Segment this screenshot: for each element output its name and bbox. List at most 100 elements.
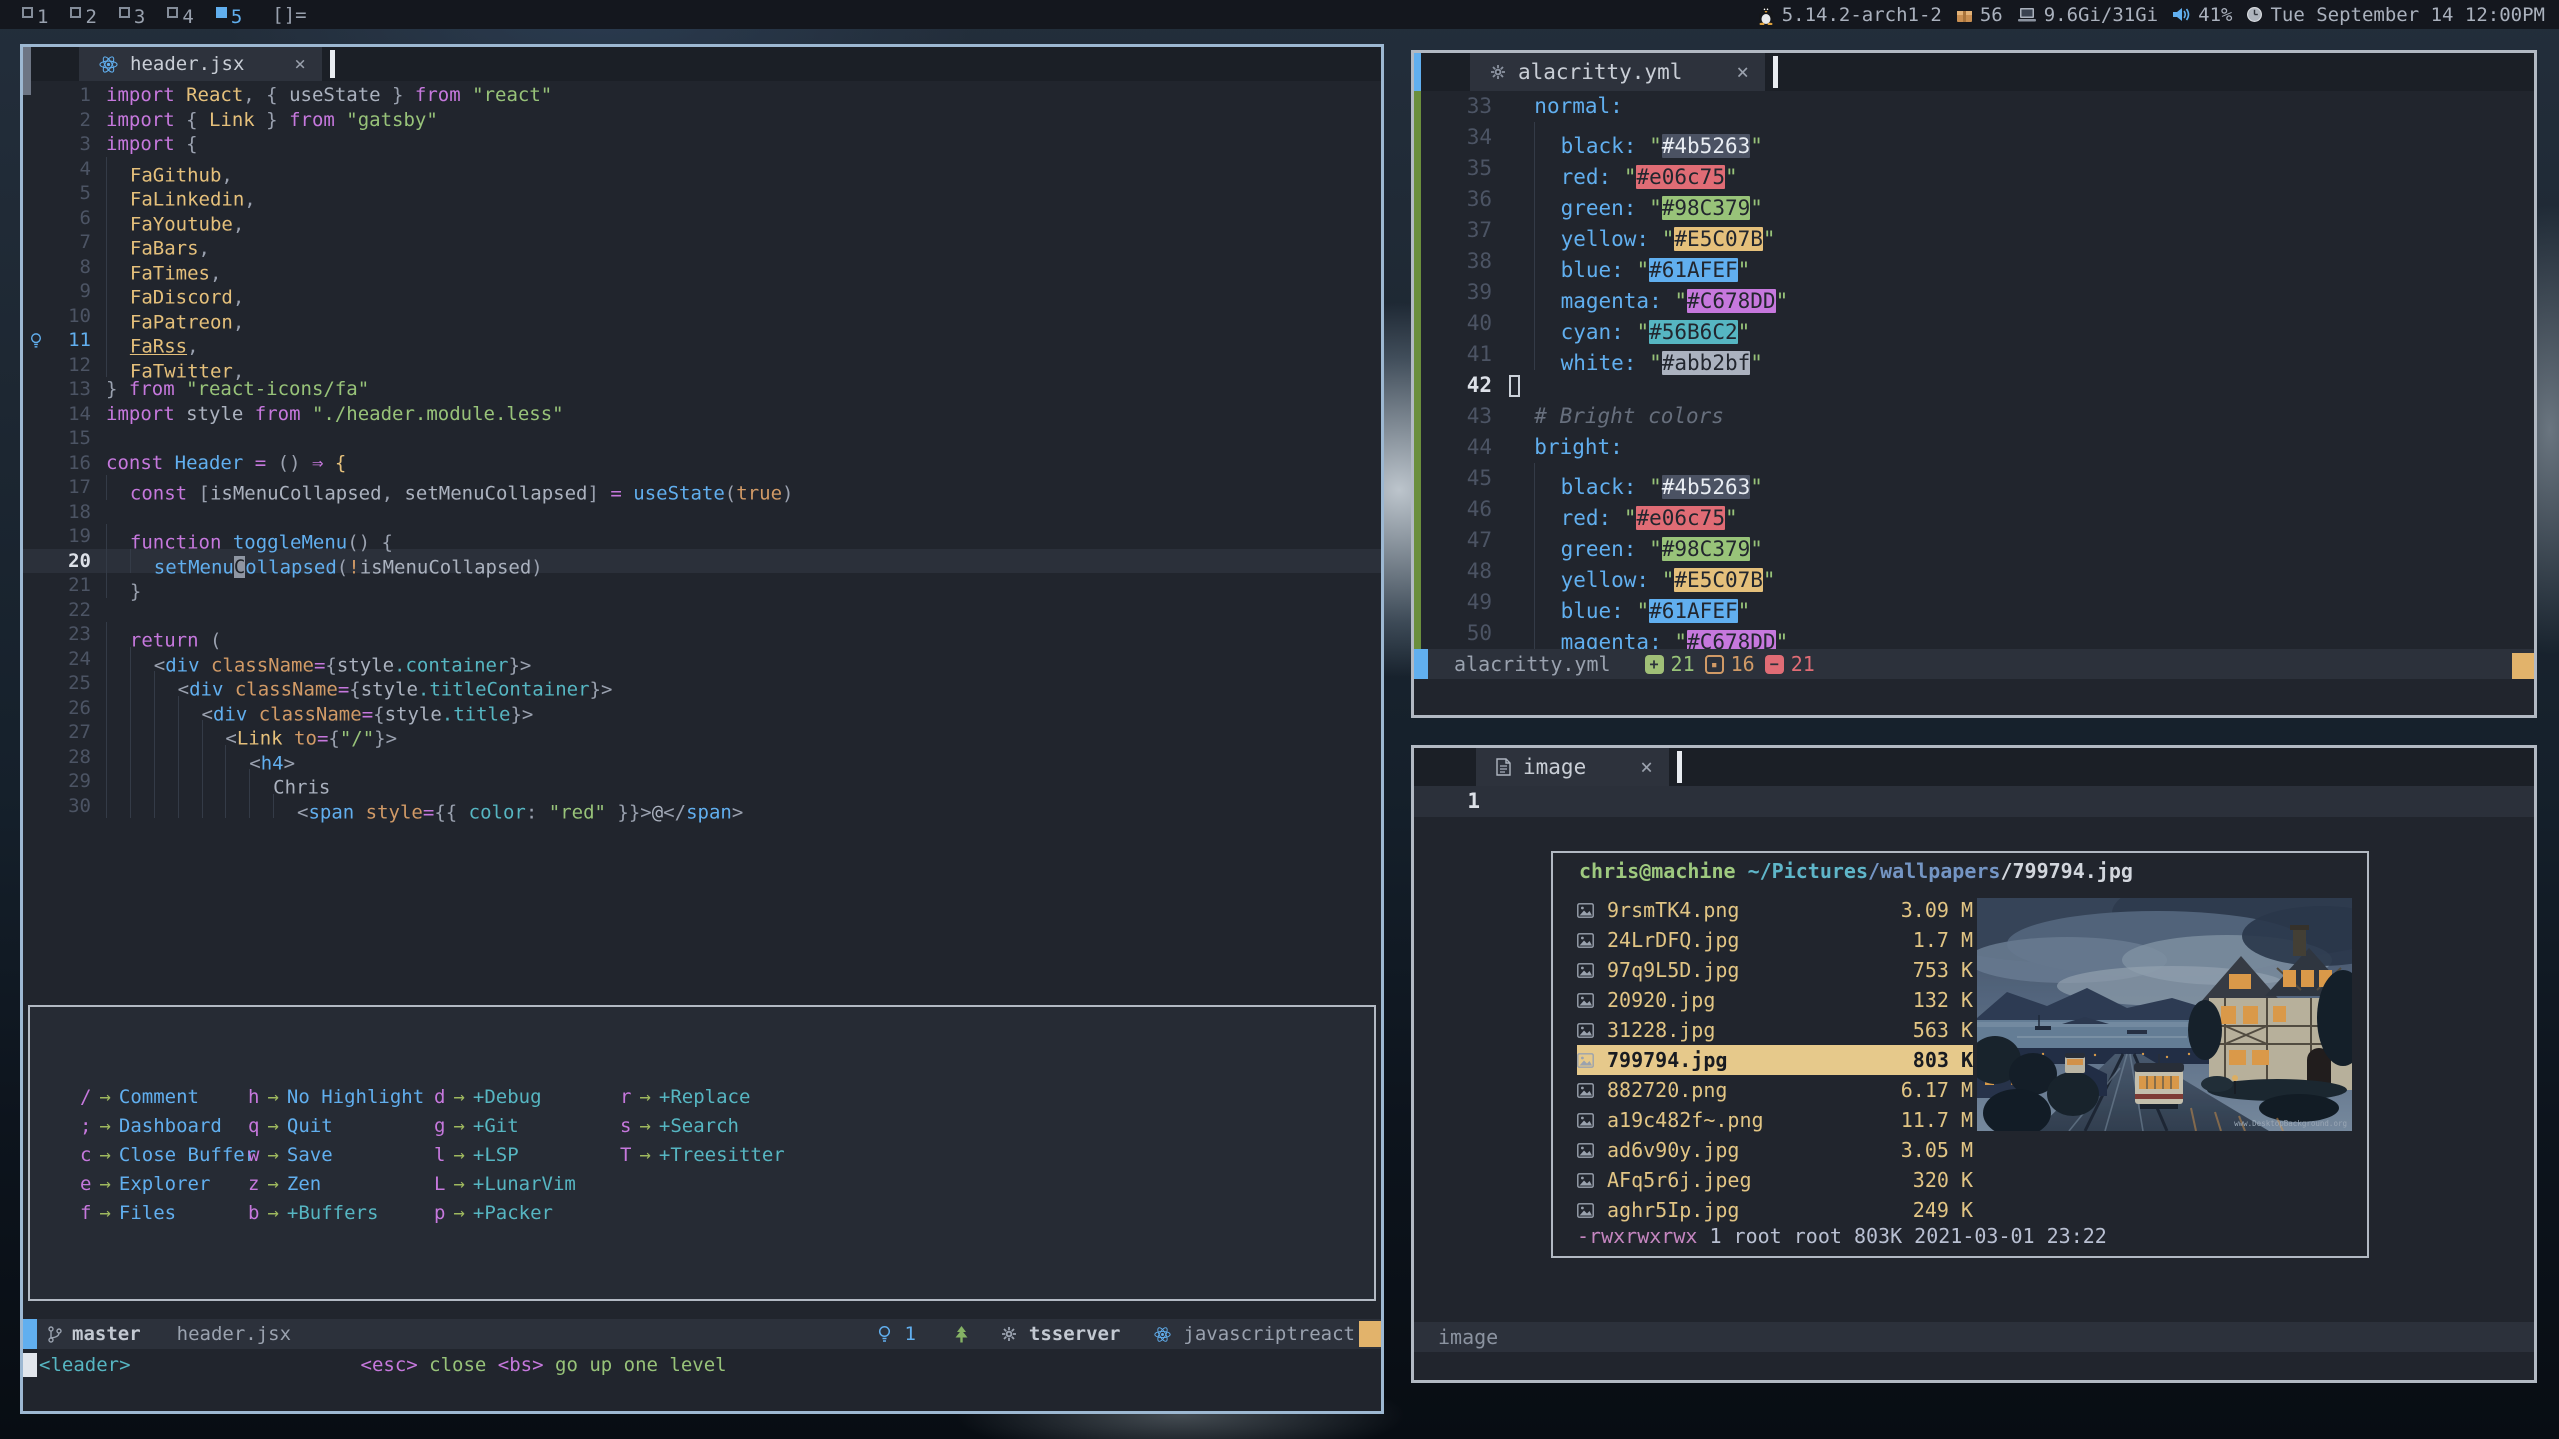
file-row[interactable]: 97q9L5D.jpg753 K <box>1577 955 1973 985</box>
code-line[interactable]: 34 black: "#4b5263" <box>1414 122 2534 153</box>
tab-header-jsx[interactable]: header.jsx × <box>79 47 322 81</box>
code-line[interactable]: 25<div className={style.titleContainer}> <box>23 671 1381 696</box>
file-row[interactable]: aghr5Ip.jpg249 K <box>1577 1195 1973 1225</box>
code-line[interactable]: 36 green: "#98C379" <box>1414 184 2534 215</box>
code-line[interactable]: 1 <box>1414 786 2534 817</box>
code-line[interactable]: 12FaTwitter, <box>23 353 1381 378</box>
code-line[interactable]: 38 blue: "#61AFEF" <box>1414 246 2534 277</box>
code-line[interactable]: 16const Header = () ⇒ { <box>23 451 1381 476</box>
code-line[interactable]: 33 normal: <box>1414 91 2534 122</box>
whichkey-item[interactable]: w→Save <box>248 1141 434 1170</box>
code-line[interactable]: 27<Link to={"/"}> <box>23 720 1381 745</box>
code-line[interactable]: 47 green: "#98C379" <box>1414 525 2534 556</box>
code-line[interactable]: 18 <box>23 500 1381 525</box>
file-row[interactable]: a19c482f~.png11.7 M <box>1577 1105 1973 1135</box>
code-line[interactable]: 21} <box>23 573 1381 598</box>
whichkey-item[interactable]: z→Zen <box>248 1170 434 1199</box>
code-line[interactable]: 1import React, { useState } from "react" <box>23 83 1381 108</box>
code-line[interactable]: 37 yellow: "#E5C07B" <box>1414 215 2534 246</box>
file-row[interactable]: 24LrDFQ.jpg1.7 M <box>1577 925 1973 955</box>
workspace-3[interactable]: 3 <box>119 6 145 28</box>
code-line[interactable]: 13} from "react-icons/fa" <box>23 377 1381 402</box>
whichkey-item[interactable]: f→Files <box>80 1199 248 1228</box>
lightbulb-icon[interactable] <box>23 328 49 353</box>
code-line[interactable]: 24<div className={style.container}> <box>23 647 1381 672</box>
workspace-4[interactable]: 4 <box>167 6 193 28</box>
close-icon[interactable]: × <box>1640 755 1653 779</box>
code-line[interactable]: 35 red: "#e06c75" <box>1414 153 2534 184</box>
whichkey-item[interactable]: L→+LunarVim <box>434 1170 620 1199</box>
tab-alacritty-yml[interactable]: alacritty.yml × <box>1470 53 1765 91</box>
code-line[interactable]: 19function toggleMenu() { <box>23 524 1381 549</box>
file-row[interactable]: ad6v90y.jpg3.05 M <box>1577 1135 1973 1165</box>
whichkey-item[interactable]: c→Close Buffer <box>80 1141 248 1170</box>
code-line[interactable]: 15 <box>23 426 1381 451</box>
code-line[interactable]: 26<div className={style.title}> <box>23 696 1381 721</box>
diagnostic-count[interactable]: 1 <box>904 1323 915 1345</box>
file-row[interactable]: 882720.png6.17 M <box>1577 1075 1973 1105</box>
code-line[interactable]: 46 red: "#e06c75" <box>1414 494 2534 525</box>
workspace-2[interactable]: 2 <box>70 6 96 28</box>
code-line[interactable]: 42 <box>1414 370 2534 401</box>
tab-image[interactable]: image × <box>1476 748 1669 786</box>
code-line[interactable]: 20setMenuCollapsed(!isMenuCollapsed) <box>23 549 1381 574</box>
code-line[interactable]: 5FaLinkedin, <box>23 181 1381 206</box>
code-line[interactable]: 8FaTimes, <box>23 255 1381 280</box>
code-line[interactable]: 22 <box>23 598 1381 623</box>
scrollbar-thumb[interactable] <box>2512 653 2534 679</box>
workspace-1[interactable]: 1 <box>22 6 48 28</box>
code-line[interactable]: 6FaYoutube, <box>23 206 1381 231</box>
code-line[interactable]: 49 blue: "#61AFEF" <box>1414 587 2534 618</box>
file-row[interactable]: 9rsmTK4.png3.09 M <box>1577 895 1973 925</box>
code-line[interactable]: 39 magenta: "#C678DD" <box>1414 277 2534 308</box>
whichkey-item[interactable]: b→+Buffers <box>248 1199 434 1228</box>
code-line[interactable]: 48 yellow: "#E5C07B" <box>1414 556 2534 587</box>
code-line[interactable]: 45 black: "#4b5263" <box>1414 463 2534 494</box>
command-line[interactable]: <leader> <esc> close <bs> go up one leve… <box>23 1349 1381 1381</box>
code-line[interactable]: 23return ( <box>23 622 1381 647</box>
file-row[interactable]: 20920.jpg132 K <box>1577 985 1973 1015</box>
whichkey-item[interactable]: h→No Highlight <box>248 1083 434 1112</box>
yaml-scroll-indicator[interactable] <box>1414 53 1421 91</box>
file-row[interactable]: AFq5r6j.jpeg320 K <box>1577 1165 1973 1195</box>
whichkey-item[interactable]: r→+Replace <box>620 1083 785 1112</box>
close-icon[interactable]: × <box>294 53 305 75</box>
code-area[interactable]: 33 normal:34 black: "#4b5263"35 red: "#e… <box>1414 91 2534 649</box>
whichkey-item[interactable]: T→+Treesitter <box>620 1141 785 1170</box>
whichkey-item[interactable]: g→+Git <box>434 1112 620 1141</box>
code-line[interactable]: 10FaPatreon, <box>23 304 1381 329</box>
code-line[interactable]: 17const [isMenuCollapsed, setMenuCollaps… <box>23 475 1381 500</box>
code-line[interactable]: 11FaRss, <box>23 328 1381 353</box>
code-line[interactable]: 28<h4> <box>23 745 1381 770</box>
lsp-server-name[interactable]: tsserver <box>1029 1323 1121 1345</box>
close-icon[interactable]: × <box>1736 60 1749 84</box>
whichkey-item[interactable]: e→Explorer <box>80 1170 248 1199</box>
whichkey-item[interactable]: q→Quit <box>248 1112 434 1141</box>
code-line[interactable]: 14import style from "./header.module.les… <box>23 402 1381 427</box>
code-line[interactable]: 7FaBars, <box>23 230 1381 255</box>
whichkey-item[interactable]: d→+Debug <box>434 1083 620 1112</box>
workspace-5[interactable]: 5 <box>216 6 242 28</box>
git-branch-name[interactable]: master <box>72 1323 141 1345</box>
code-line[interactable]: 9FaDiscord, <box>23 279 1381 304</box>
code-line[interactable]: 2import { Link } from "gatsby" <box>23 108 1381 133</box>
file-row-selected[interactable]: 799794.jpg803 K <box>1577 1045 1973 1075</box>
code-line[interactable]: 29Chris <box>23 769 1381 794</box>
whichkey-item[interactable]: s→+Search <box>620 1112 785 1141</box>
code-line[interactable]: 43 # Bright colors <box>1414 401 2534 432</box>
code-area[interactable]: 1import React, { useState } from "react"… <box>23 83 1381 818</box>
file-row[interactable]: 31228.jpg563 K <box>1577 1015 1973 1045</box>
whichkey-item[interactable]: l→+LSP <box>434 1141 620 1170</box>
code-line[interactable]: 30<span style={{ color: "red" }}>@</span… <box>23 794 1381 819</box>
code-line[interactable]: 41 white: "#abb2bf" <box>1414 339 2534 370</box>
code-line[interactable]: 3import { <box>23 132 1381 157</box>
whichkey-item[interactable]: p→+Packer <box>434 1199 620 1228</box>
code-area[interactable]: 1 <box>1414 786 2534 817</box>
whichkey-item[interactable]: /→Comment <box>80 1083 248 1112</box>
scrollbar-thumb[interactable] <box>1359 1321 1381 1347</box>
code-line[interactable]: 44 bright: <box>1414 432 2534 463</box>
code-line[interactable]: 50 magenta: "#C678DD" <box>1414 618 2534 649</box>
code-line[interactable]: 40 cyan: "#56B6C2" <box>1414 308 2534 339</box>
whichkey-item[interactable]: ;→Dashboard <box>80 1112 248 1141</box>
code-line[interactable]: 4FaGithub, <box>23 157 1381 182</box>
